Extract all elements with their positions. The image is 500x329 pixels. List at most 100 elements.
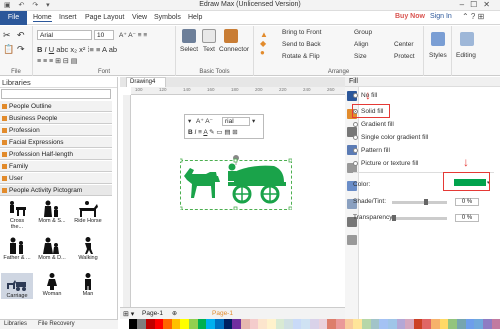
shape-ride-horse[interactable]: Ride Horse bbox=[74, 200, 102, 224]
mom-son-icon bbox=[44, 200, 58, 217]
color-highlight bbox=[443, 172, 490, 191]
mini-style-icons[interactable]: B I ≡ A ✎ ▭ ▤ ⊞ bbox=[188, 128, 238, 136]
connector-button[interactable]: Connector bbox=[219, 46, 249, 53]
shade-tint-thumb[interactable] bbox=[424, 199, 428, 205]
text-tool-icon[interactable] bbox=[202, 29, 216, 43]
font-grow-icons[interactable]: A⁺ A⁻ ≡ ≡ bbox=[119, 31, 147, 39]
undo-icon[interactable]: ↶ bbox=[17, 30, 25, 41]
buy-now-link[interactable]: Buy Now bbox=[395, 13, 425, 20]
library-user[interactable]: User bbox=[0, 173, 112, 184]
shape-mom-son[interactable]: Mom & S... bbox=[38, 200, 66, 224]
paste-icon[interactable]: 📋 bbox=[3, 44, 14, 55]
mini-font-size[interactable]: ▾ bbox=[252, 117, 255, 125]
library-profession[interactable]: Profession bbox=[0, 125, 112, 136]
library-family[interactable]: Family bbox=[0, 161, 112, 172]
tab-view[interactable]: View bbox=[132, 14, 147, 21]
paragraph-icons[interactable]: ≡ ≡ ≡ ⊞ ⊟ ▤ bbox=[37, 57, 77, 65]
gradient-fill-label: Gradient fill bbox=[361, 121, 394, 128]
editing-icon[interactable] bbox=[460, 32, 474, 46]
tab-insert[interactable]: Insert bbox=[59, 14, 77, 21]
father-icon bbox=[10, 237, 23, 254]
select-button[interactable]: Select bbox=[180, 46, 198, 53]
shade-tint-input[interactable]: 0 % bbox=[455, 198, 479, 206]
cut-icon[interactable]: ✂ bbox=[3, 30, 11, 41]
page-add-icon[interactable]: ⊕ bbox=[172, 310, 177, 317]
bring-to-front-button[interactable]: Bring to Front bbox=[282, 29, 321, 36]
shade-tint-slider[interactable] bbox=[392, 201, 447, 204]
shape-carriage[interactable]: Carriage bbox=[1, 273, 33, 299]
window-controls[interactable]: –☐✕ bbox=[460, 0, 496, 9]
tab-help[interactable]: Help bbox=[188, 14, 202, 21]
font-name-select[interactable]: Arial bbox=[37, 30, 92, 40]
shape-mom-daughter[interactable]: Mom & D... bbox=[38, 237, 66, 261]
library-search-input[interactable] bbox=[1, 89, 111, 99]
shape-man[interactable]: Man bbox=[74, 273, 102, 297]
transparency-thumb[interactable] bbox=[392, 215, 396, 221]
center-button[interactable]: Center bbox=[394, 41, 414, 48]
styles-icon[interactable] bbox=[431, 32, 445, 46]
shape-cross-the[interactable]: Cross the... bbox=[3, 200, 31, 230]
sign-in-link[interactable]: Sign In bbox=[430, 13, 452, 20]
pattern-fill-label: Pattern fill bbox=[361, 147, 390, 154]
single-color-gradient-option[interactable]: Single color gradient fill bbox=[353, 134, 428, 141]
group-button[interactable]: Group bbox=[354, 29, 372, 36]
color-palette[interactable] bbox=[120, 319, 500, 329]
libraries-footer-tab[interactable]: Libraries bbox=[4, 321, 27, 327]
font-size-select[interactable]: 10 bbox=[94, 30, 114, 40]
protect-button[interactable]: Protect bbox=[394, 53, 415, 60]
library-people-outline[interactable]: People Outline bbox=[0, 101, 112, 112]
tab-home[interactable]: Home bbox=[33, 14, 52, 22]
mini-font-select[interactable]: rial bbox=[222, 117, 250, 126]
tab-drawing4[interactable]: Drawing4 bbox=[126, 77, 166, 87]
gradient-fill-option[interactable]: Gradient fill bbox=[353, 121, 394, 128]
page-tab-active[interactable]: Page-1 bbox=[212, 310, 233, 317]
document-tabs: Drawing4 bbox=[120, 77, 345, 87]
styles-button[interactable]: Styles bbox=[429, 52, 447, 59]
library-business-people[interactable]: Business People bbox=[0, 113, 112, 124]
size-button[interactable]: Size bbox=[354, 53, 367, 60]
redo-icon[interactable]: ↷ bbox=[17, 44, 25, 55]
text-button[interactable]: Text bbox=[203, 46, 215, 53]
picture-texture-fill-option[interactable]: Picture or texture fill bbox=[353, 160, 418, 167]
group-label-font: Font bbox=[97, 69, 110, 75]
editing-button[interactable]: Editing bbox=[456, 52, 476, 59]
menu-bar: File Home Insert Page Layout View Symbol… bbox=[0, 11, 500, 25]
shape-label: Mom & S... bbox=[38, 218, 66, 224]
format-painter-icon[interactable]: ▾ bbox=[188, 117, 191, 125]
connector-icon[interactable] bbox=[224, 29, 238, 43]
ribbon-group-basic-tools: Select Text Connector Basic Tools bbox=[176, 26, 254, 76]
file-recovery-tab[interactable]: File Recovery bbox=[38, 321, 75, 327]
radio-dot bbox=[353, 135, 358, 140]
radio-dot bbox=[353, 122, 358, 127]
shape-walking[interactable]: Walking bbox=[74, 237, 102, 261]
picture-texture-fill-label: Picture or texture fill bbox=[361, 160, 419, 167]
ribbon-group-editing: Editing bbox=[452, 26, 482, 76]
shape-label: Man bbox=[82, 291, 94, 297]
carriage-shape[interactable] bbox=[180, 150, 292, 210]
align-button[interactable]: Align bbox=[354, 41, 368, 48]
shade-tint-label: Shade/Tint: bbox=[353, 198, 387, 205]
transparency-input[interactable]: 0 % bbox=[455, 214, 479, 222]
format-icons[interactable]: A⁺ A⁻ bbox=[196, 117, 213, 125]
transparency-slider[interactable] bbox=[392, 217, 447, 220]
library-profession-half-length[interactable]: Profession Half-length bbox=[0, 149, 112, 160]
tab-page-layout[interactable]: Page Layout bbox=[85, 14, 124, 21]
select-icon[interactable] bbox=[182, 29, 196, 43]
shape-woman[interactable]: Woman bbox=[38, 273, 66, 297]
text-format-icons[interactable]: B I U abc x₂ x² ⁞≡ ≡ A ab bbox=[37, 45, 117, 54]
library-people-activity-pictogram[interactable]: People Activity Pictogram bbox=[0, 185, 112, 196]
help-icons[interactable]: ⌃ ? ⊞ bbox=[462, 12, 484, 21]
shape-icons[interactable]: ▲ ◆ ● bbox=[260, 30, 268, 57]
shape-father[interactable]: Father & ... bbox=[3, 237, 31, 261]
attachment-tab-icon[interactable] bbox=[347, 235, 357, 245]
page-tab-list[interactable]: Page-1 bbox=[142, 310, 163, 317]
ribbon-group-styles: Styles bbox=[424, 26, 452, 76]
file-menu-button[interactable]: File bbox=[0, 11, 27, 25]
rotate-flip-button[interactable]: Rotate & Flip bbox=[282, 53, 320, 60]
ribbon-group-arrange: ▲ ◆ ● Bring to Front Send to Back Rotate &… bbox=[254, 26, 424, 76]
add-page-icon[interactable]: ⊞ ▾ bbox=[123, 310, 134, 318]
pattern-fill-option[interactable]: Pattern fill bbox=[353, 147, 390, 154]
send-to-back-button[interactable]: Send to Back bbox=[282, 41, 321, 48]
tab-symbols[interactable]: Symbols bbox=[154, 14, 181, 21]
library-facial-expressions[interactable]: Facial Expressions bbox=[0, 137, 112, 148]
